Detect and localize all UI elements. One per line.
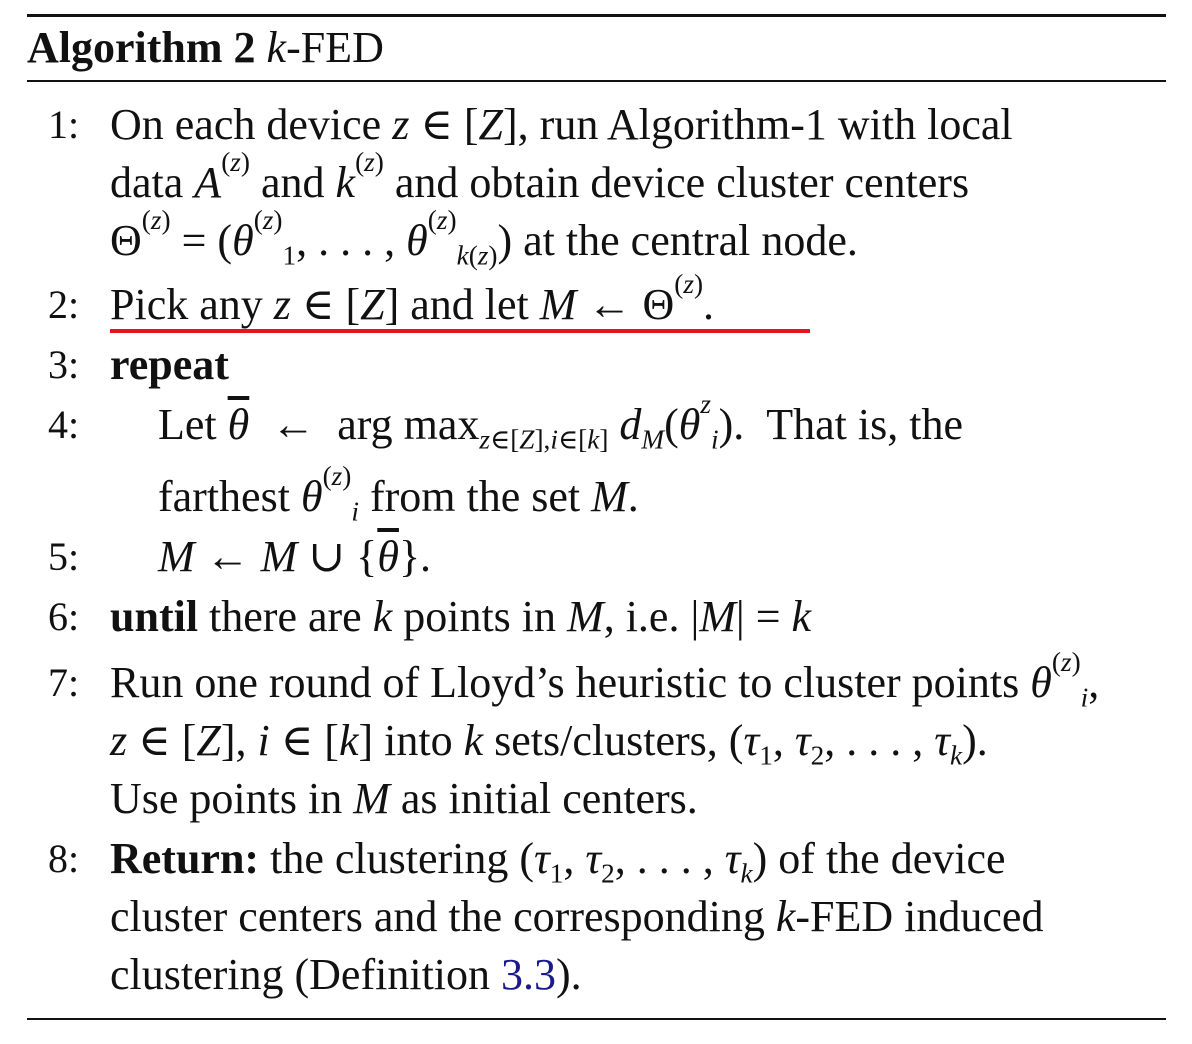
step-text: Return: the clustering (τ1, τ2, . . . , … — [110, 834, 1044, 999]
title-rule — [27, 80, 1166, 82]
step-number: 1: — [48, 102, 80, 147]
step-text: M ← M ∪ {θ}. — [158, 532, 432, 581]
keyword-repeat: repeat — [110, 340, 229, 389]
step-number: 3: — [48, 342, 80, 387]
step-number: 5: — [48, 534, 80, 579]
step-text: repeat — [110, 336, 1166, 394]
step-text: Pick any z ∈ [Z] and let M ← Θ(z). — [110, 269, 715, 329]
step-text: until there are k points in M, i.e. |M| … — [110, 592, 812, 641]
step-text: Let θ ← arg maxz∈[Z],i∈[k] dM(θzi). That… — [158, 389, 964, 527]
step-text: On each device z ∈ [Z], run Algorithm-1 … — [110, 100, 1013, 271]
red-underline-annotation — [110, 329, 810, 333]
step-number: 6: — [48, 594, 80, 639]
keyword-return: Return: — [110, 834, 260, 883]
algorithm-name-var: k — [266, 23, 287, 72]
algorithm-name-rest: -FED — [286, 23, 384, 72]
top-rule — [27, 14, 1166, 17]
algorithm-title: Algorithm 2 k-FED — [27, 20, 384, 76]
step-number: 4: — [48, 402, 80, 447]
step-text: Run one round of Lloyd’s heuristic to cl… — [110, 647, 1100, 823]
step-number: 2: — [48, 282, 80, 327]
definition-reference-link[interactable]: 3.3 — [501, 950, 556, 999]
keyword-until: until — [110, 592, 199, 641]
algorithm-label: Algorithm 2 — [27, 23, 256, 72]
step-number: 7: — [48, 660, 80, 705]
bottom-rule — [27, 1018, 1166, 1020]
step-number: 8: — [48, 836, 80, 881]
